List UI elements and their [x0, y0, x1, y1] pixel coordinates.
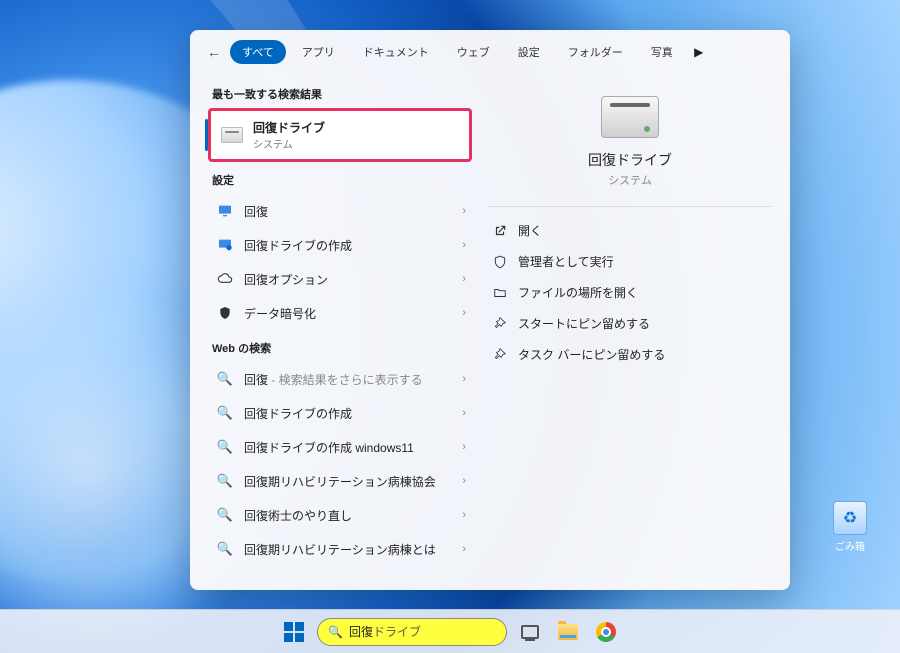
monitor-icon: [216, 202, 234, 220]
chevron-right-icon: ›: [462, 273, 466, 285]
pin-icon: [492, 347, 508, 363]
web-item-label: 回復ドライブの作成 windows11: [244, 439, 414, 456]
chevron-right-icon: ›: [462, 205, 466, 217]
chevron-right-icon: ›: [462, 373, 466, 385]
web-item-label: 回復術士のやり直し: [244, 507, 352, 524]
action-label: 開く: [518, 222, 542, 239]
file-explorer-icon: [558, 624, 578, 640]
taskview-icon: [521, 625, 539, 639]
settings-item-create-drive[interactable]: 回復ドライブの作成 ›: [208, 228, 472, 262]
chrome-icon: [596, 622, 616, 642]
web-item-label: 回復期リハビリテーション病棟とは: [244, 541, 436, 558]
web-item[interactable]: 🔍 回復術士のやり直し ›: [208, 498, 472, 532]
windows-logo-icon: [284, 622, 304, 642]
search-query-suggestion: ドライブ: [373, 625, 421, 639]
shield-run-icon: [492, 254, 508, 270]
chevron-right-icon: ›: [462, 239, 466, 251]
settings-item-options[interactable]: 回復オプション ›: [208, 262, 472, 296]
explorer-button[interactable]: [553, 617, 583, 647]
chevron-right-icon: ›: [462, 475, 466, 487]
preview-subtitle: システム: [608, 172, 652, 188]
action-open-location[interactable]: ファイルの場所を開く: [488, 277, 772, 308]
action-run-admin[interactable]: 管理者として実行: [488, 246, 772, 277]
chrome-button[interactable]: [591, 617, 621, 647]
search-icon: 🔍: [216, 540, 234, 558]
tab-all[interactable]: すべて: [230, 40, 286, 64]
action-pin-start[interactable]: スタートにピン留めする: [488, 308, 772, 339]
action-label: ファイルの場所を開く: [518, 284, 638, 301]
web-item-label: 回復 - 検索結果をさらに表示する: [244, 371, 423, 388]
open-icon: [492, 223, 508, 239]
search-icon: 🔍: [216, 404, 234, 422]
preview-column: 回復ドライブ システム 開く 管理者として実行 ファイルの場所を開く: [480, 70, 790, 590]
best-match-title: 回復ドライブ: [253, 119, 325, 136]
web-item-label: 回復期リハビリテーション病棟協会: [244, 473, 436, 490]
folder-icon: [492, 285, 508, 301]
pin-icon: [492, 316, 508, 332]
settings-item-label: 回復: [244, 203, 268, 220]
settings-item-label: 回復ドライブの作成: [244, 237, 352, 254]
web-item[interactable]: 🔍 回復期リハビリテーション病棟協会 ›: [208, 464, 472, 498]
recycle-bin-icon: [833, 501, 867, 535]
web-item[interactable]: 🔍 回復ドライブの作成 ›: [208, 396, 472, 430]
action-open[interactable]: 開く: [488, 215, 772, 246]
web-item-label: 回復ドライブの作成: [244, 405, 352, 422]
tab-photos[interactable]: 写真: [639, 40, 685, 64]
action-label: タスク バーにピン留めする: [518, 346, 665, 363]
results-column: 最も一致する検索結果 回復ドライブ システム 設定 回復 ›: [190, 70, 480, 590]
chevron-right-icon: ›: [462, 441, 466, 453]
settings-item-recovery[interactable]: 回復 ›: [208, 194, 472, 228]
separator: [488, 206, 772, 207]
best-match-card[interactable]: 回復ドライブ システム: [208, 108, 472, 162]
search-icon: 🔍: [216, 438, 234, 456]
monitor-gear-icon: [216, 236, 234, 254]
drive-icon: [221, 127, 243, 143]
search-query-typed: 回復: [349, 625, 373, 639]
drive-icon: [601, 96, 659, 138]
best-match-label: 最も一致する検索結果: [212, 86, 468, 102]
action-label: スタートにピン留めする: [518, 315, 650, 332]
recycle-bin-label: ごみ箱: [828, 538, 872, 553]
shield-icon: [216, 304, 234, 322]
search-tabs: すべて アプリ ドキュメント ウェブ 設定 フォルダー 写真 ▶: [230, 40, 709, 64]
task-view-button[interactable]: [515, 617, 545, 647]
recycle-bin[interactable]: ごみ箱: [828, 501, 872, 553]
tab-web[interactable]: ウェブ: [445, 40, 502, 64]
chevron-right-icon: ›: [462, 407, 466, 419]
back-button[interactable]: ←: [204, 44, 224, 60]
preview-title: 回復ドライブ: [588, 150, 672, 170]
search-icon: 🔍: [216, 370, 234, 388]
taskbar: 🔍 回復ドライブ: [0, 609, 900, 653]
settings-item-label: データ暗号化: [244, 305, 316, 322]
web-item[interactable]: 🔍 回復ドライブの作成 windows11 ›: [208, 430, 472, 464]
web-item[interactable]: 🔍 回復期リハビリテーション病棟とは ›: [208, 532, 472, 566]
action-pin-taskbar[interactable]: タスク バーにピン留めする: [488, 339, 772, 370]
search-icon: 🔍: [216, 506, 234, 524]
tab-folders[interactable]: フォルダー: [556, 40, 635, 64]
search-flyout: ← すべて アプリ ドキュメント ウェブ 設定 フォルダー 写真 ▶ 最も一致す…: [190, 30, 790, 590]
settings-item-label: 回復オプション: [244, 271, 328, 288]
chevron-right-icon: ›: [462, 307, 466, 319]
best-match-subtitle: システム: [253, 136, 325, 151]
web-section-label: Web の検索: [212, 340, 468, 356]
chevron-right-icon: ›: [462, 543, 466, 555]
settings-item-encrypt[interactable]: データ暗号化 ›: [208, 296, 472, 330]
chevron-right-icon: ›: [462, 509, 466, 521]
cloud-icon: [216, 270, 234, 288]
start-button[interactable]: [279, 617, 309, 647]
search-header: ← すべて アプリ ドキュメント ウェブ 設定 フォルダー 写真 ▶: [190, 30, 790, 70]
taskbar-search-input[interactable]: 🔍 回復ドライブ: [317, 618, 507, 646]
web-item[interactable]: 🔍 回復 - 検索結果をさらに表示する ›: [208, 362, 472, 396]
tab-apps[interactable]: アプリ: [290, 40, 347, 64]
settings-section-label: 設定: [212, 172, 468, 188]
tab-settings[interactable]: 設定: [506, 40, 552, 64]
preview-actions: 開く 管理者として実行 ファイルの場所を開く スタートにピン留めする: [488, 215, 772, 370]
search-icon: 🔍: [328, 625, 343, 639]
tabs-more-button[interactable]: ▶: [689, 45, 709, 59]
action-label: 管理者として実行: [518, 253, 614, 270]
tab-documents[interactable]: ドキュメント: [351, 40, 441, 64]
search-icon: 🔍: [216, 472, 234, 490]
